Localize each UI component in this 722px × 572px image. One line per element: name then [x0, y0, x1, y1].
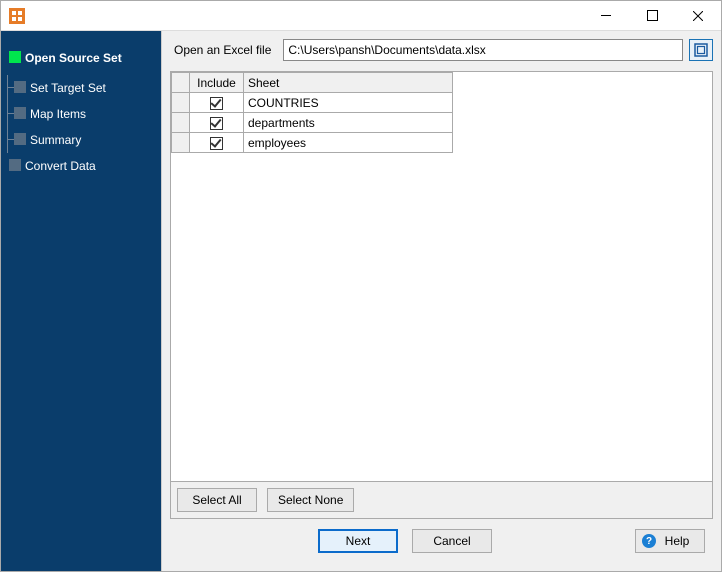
sheet-grid: Include Sheet COUNTRIESdepartmentsemploy… [170, 71, 713, 519]
include-checkbox[interactable] [210, 97, 223, 110]
open-file-label: Open an Excel file [170, 43, 277, 57]
column-include[interactable]: Include [190, 73, 244, 93]
select-none-button[interactable]: Select None [267, 488, 354, 512]
browse-icon [694, 43, 708, 57]
nav-item-map-items[interactable]: Map Items [8, 101, 161, 127]
nav-label: Summary [30, 133, 81, 147]
help-button[interactable]: ? Help [635, 529, 705, 553]
nav-marker-icon [9, 51, 21, 63]
grid-corner [172, 73, 190, 93]
nav-marker-icon [14, 133, 26, 145]
titlebar [1, 1, 721, 31]
include-cell[interactable] [190, 93, 244, 113]
help-label: Help [665, 534, 690, 548]
cancel-button[interactable]: Cancel [412, 529, 492, 553]
nav-item-set-target-set[interactable]: Set Target Set [8, 75, 161, 101]
sheet-name-cell[interactable]: employees [244, 133, 453, 153]
nav-marker-icon [9, 159, 21, 171]
row-header[interactable] [172, 93, 190, 113]
include-cell[interactable] [190, 113, 244, 133]
close-button[interactable] [675, 1, 721, 30]
include-checkbox[interactable] [210, 137, 223, 150]
nav-marker-icon [14, 81, 26, 93]
nav-item-convert-data[interactable]: Convert Data [1, 153, 161, 179]
nav-label: Map Items [30, 107, 86, 121]
row-header[interactable] [172, 113, 190, 133]
row-header[interactable] [172, 133, 190, 153]
table-row: employees [172, 133, 453, 153]
next-button[interactable]: Next [318, 529, 398, 553]
minimize-button[interactable] [583, 1, 629, 30]
include-checkbox[interactable] [210, 117, 223, 130]
sidebar: Open Source Set Set Target Set Map Items Su… [1, 31, 161, 571]
include-cell[interactable] [190, 133, 244, 153]
nav-label: Convert Data [25, 159, 96, 173]
nav-item-summary[interactable]: Summary [8, 127, 161, 153]
browse-button[interactable] [689, 39, 713, 61]
table-row: departments [172, 113, 453, 133]
nav-label: Open Source Set [25, 51, 122, 65]
help-icon: ? [642, 534, 656, 548]
main-panel: Open an Excel file Include Sheet COU [161, 31, 721, 571]
app-icon [9, 8, 25, 24]
maximize-button[interactable] [629, 1, 675, 30]
nav-item-open-source-set[interactable]: Open Source Set [1, 45, 161, 71]
select-all-button[interactable]: Select All [177, 488, 257, 512]
nav-marker-icon [14, 107, 26, 119]
sheet-name-cell[interactable]: COUNTRIES [244, 93, 453, 113]
nav-label: Set Target Set [30, 81, 106, 95]
sheet-name-cell[interactable]: departments [244, 113, 453, 133]
column-sheet[interactable]: Sheet [244, 73, 453, 93]
table-row: COUNTRIES [172, 93, 453, 113]
file-path-input[interactable] [283, 39, 683, 61]
